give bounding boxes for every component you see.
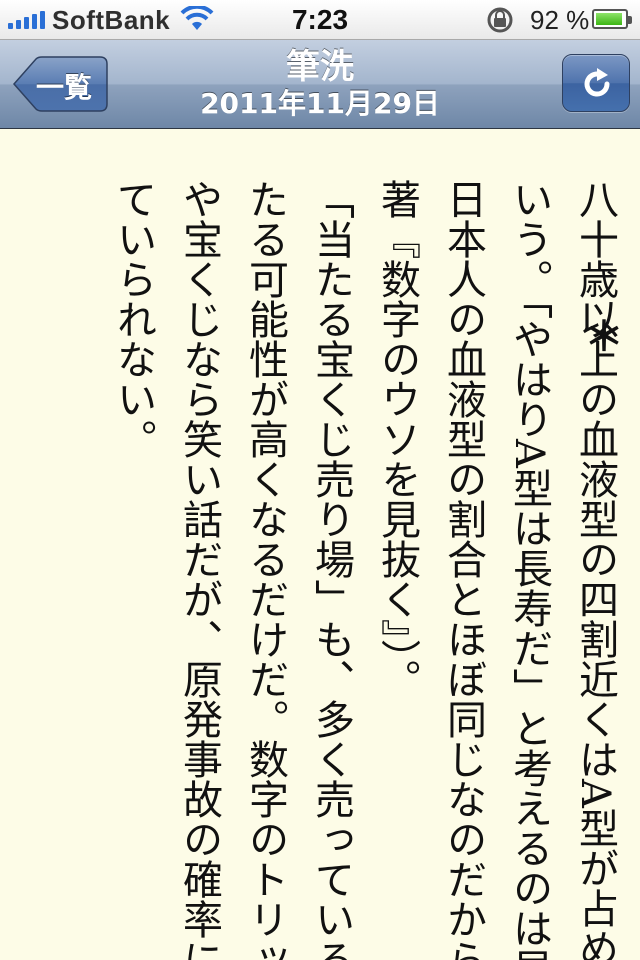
battery-percent: 92 %: [530, 5, 590, 35]
refresh-icon: [584, 68, 610, 97]
article-text: 八十歳以上の血液型の四割近くはA型が占めていると いう。「やはりA型は長寿だ」と…: [100, 179, 628, 960]
text-column: 日本人の血液型の割合とほぼ同じなのだから（野口哲典: [440, 179, 486, 960]
rotation-lock-icon: [487, 7, 513, 33]
battery-level: [596, 13, 622, 25]
article-body: 八十歳以上の血液型の四割近くはA型が占めていると いう。「やはりA型は長寿だ」と…: [0, 129, 640, 960]
status-bar: SoftBank 7:23 92 %: [0, 0, 640, 40]
page-date: 2011年11月29日: [200, 87, 440, 120]
refresh-button[interactable]: [562, 54, 630, 112]
text-column: たる可能性が高くなるだけだ。数字のトリックは血液型: [242, 179, 288, 960]
back-button[interactable]: 一覧: [12, 56, 108, 112]
page-title: 筆洗: [286, 47, 354, 87]
text-column: や宝くじなら笑い話だが、原発事故の確率になると笑っ: [176, 179, 222, 960]
text-column: ていられない。: [110, 179, 156, 459]
text-column: 著『数字のウソを見抜く』）。: [374, 179, 420, 699]
text-column: いう。「やはりA型は長寿だ」と考えるのは早とちり。: [506, 179, 552, 960]
text-column: 八十歳以上の血液型の四割近くはA型が占めていると: [572, 179, 618, 960]
navigation-bar: 一覧 筆洗 2011年11月29日: [0, 40, 640, 129]
text-column: 「当たる宝くじ売り場」も、多く売っている店ほど当: [308, 179, 354, 960]
section-separator: ＊: [584, 314, 624, 360]
back-button-label: 一覧: [36, 71, 93, 104]
battery-icon: [592, 9, 632, 29]
